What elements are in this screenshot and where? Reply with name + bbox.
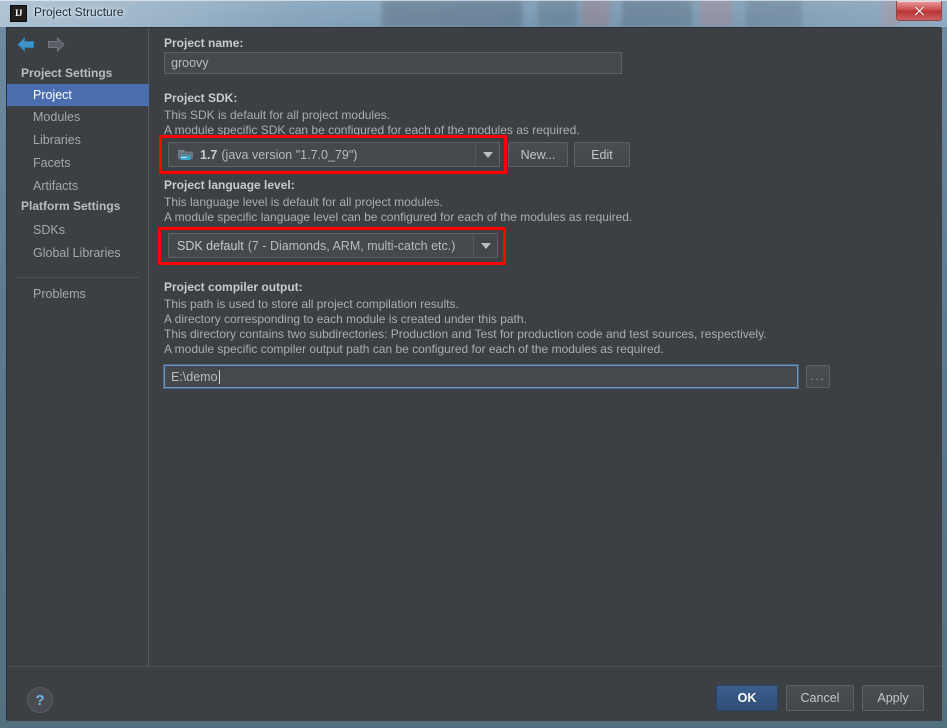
sidebar-item-libraries[interactable]: Libraries [7, 129, 149, 151]
compiler-output-input[interactable]: E:\demo [164, 365, 798, 388]
sidebar-item-modules[interactable]: Modules [7, 106, 149, 128]
window-frame: IJ Project Structure Project Settings Pr… [0, 0, 947, 728]
language-level-combobox-text: SDK default (7 - Diamonds, ARM, multi-ca… [169, 234, 473, 257]
sdk-folder-icon [177, 148, 195, 162]
sidebar-item-problems[interactable]: Problems [7, 283, 149, 305]
project-structure-dialog: Project Settings Project Modules Librari… [6, 27, 942, 721]
sidebar-group-project-settings: Project Settings [21, 66, 113, 80]
sidebar-item-artifacts[interactable]: Artifacts [7, 175, 149, 197]
sidebar-item-label: Libraries [33, 133, 81, 147]
sidebar-item-label: Project [33, 88, 72, 102]
sidebar-group-platform-settings: Platform Settings [21, 199, 121, 213]
compiler-output-desc-line-1: This path is used to store all project c… [164, 297, 459, 311]
language-level-combobox[interactable]: SDK default (7 - Diamonds, ARM, multi-ca… [168, 233, 498, 258]
project-sdk-combobox[interactable]: 1.7 (java version "1.7.0_79") [168, 142, 500, 167]
compiler-output-desc-line-4: A module specific compiler output path c… [164, 342, 664, 356]
sidebar-item-label: Global Libraries [33, 246, 121, 260]
close-button[interactable] [896, 1, 942, 21]
project-sdk-detail: (java version "1.7.0_79") [221, 147, 358, 162]
sidebar-item-facets[interactable]: Facets [7, 152, 149, 174]
app-icon-glyph: IJ [14, 8, 23, 18]
sidebar-item-project[interactable]: Project [7, 84, 149, 106]
cancel-button[interactable]: Cancel [786, 685, 854, 711]
new-sdk-button[interactable]: New... [508, 142, 568, 167]
main-content: Project name: groovy Project SDK: This S… [150, 28, 942, 666]
project-sdk-combobox-text: 1.7 (java version "1.7.0_79") [169, 143, 475, 166]
text-caret [218, 369, 220, 384]
compiler-output-browse-button[interactable]: ... [806, 365, 830, 388]
language-level-detail: (7 - Diamonds, ARM, multi-catch etc.) [247, 238, 456, 253]
arrow-right-icon[interactable] [47, 36, 65, 57]
compiler-output-label: Project compiler output: [164, 280, 303, 294]
sidebar: Project Settings Project Modules Librari… [7, 28, 149, 666]
ok-button[interactable]: OK [716, 685, 778, 711]
help-button[interactable]: ? [27, 687, 53, 713]
sidebar-item-label: SDKs [33, 223, 65, 237]
titlebar-highlight [0, 0, 947, 1]
sidebar-item-sdks[interactable]: SDKs [7, 219, 149, 241]
sidebar-item-label: Problems [33, 287, 86, 301]
project-name-label: Project name: [164, 36, 244, 50]
sidebar-item-global-libraries[interactable]: Global Libraries [7, 242, 149, 264]
dialog-footer: ? OK Cancel Apply [7, 666, 942, 721]
navigation-arrows [15, 33, 85, 57]
sidebar-item-label: Modules [33, 110, 81, 124]
sidebar-item-label: Facets [33, 156, 71, 170]
project-sdk-version: 1.7 [200, 147, 218, 162]
title-bar[interactable]: IJ Project Structure [0, 0, 947, 27]
chevron-down-icon[interactable] [475, 143, 499, 166]
sidebar-separator [17, 277, 139, 278]
compiler-output-desc-line-3: This directory contains two subdirectori… [164, 327, 767, 341]
aero-glass-backdrop [0, 0, 947, 27]
compiler-output-desc-line-2: A directory corresponding to each module… [164, 312, 527, 326]
edit-sdk-button[interactable]: Edit [574, 142, 630, 167]
project-name-input[interactable]: groovy [164, 52, 622, 74]
apply-button[interactable]: Apply [862, 685, 924, 711]
language-level-desc-line-1: This language level is default for all p… [164, 195, 443, 209]
close-icon [913, 5, 925, 16]
project-sdk-desc-line-2: A module specific SDK can be configured … [164, 123, 580, 137]
project-name-value: groovy [171, 56, 209, 70]
chevron-down-icon[interactable] [473, 234, 497, 257]
window-title: Project Structure [34, 5, 124, 19]
compiler-output-value: E:\demo [171, 369, 218, 384]
intellij-idea-icon: IJ [10, 5, 27, 22]
project-sdk-label: Project SDK: [164, 91, 238, 105]
language-level-value: SDK default [177, 238, 244, 253]
language-level-desc-line-2: A module specific language level can be … [164, 210, 633, 224]
arrow-left-icon[interactable] [17, 36, 35, 57]
sidebar-item-label: Artifacts [33, 179, 79, 193]
language-level-label: Project language level: [164, 178, 295, 192]
project-sdk-desc-line-1: This SDK is default for all project modu… [164, 108, 391, 122]
